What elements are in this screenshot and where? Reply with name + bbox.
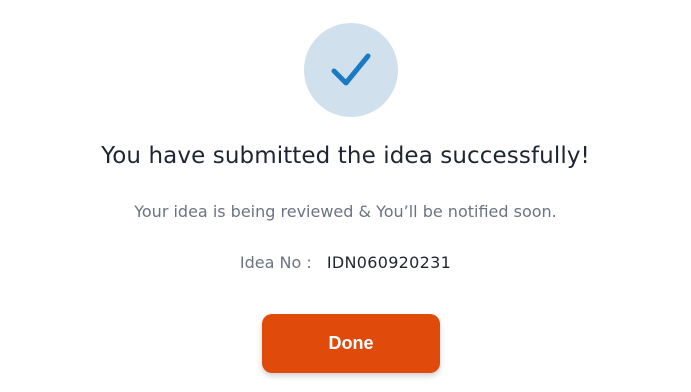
success-title: You have submitted the idea successfully… — [101, 143, 590, 169]
success-dialog: You have submitted the idea successfully… — [0, 0, 691, 392]
idea-number-row: Idea No : IDN060920231 — [0, 253, 691, 272]
checkmark-icon — [331, 53, 371, 86]
done-button[interactable]: Done — [262, 314, 440, 373]
success-message: Your idea is being reviewed & You’ll be … — [134, 202, 557, 221]
success-badge — [304, 23, 398, 117]
idea-number-label: Idea No : — [239, 253, 312, 272]
idea-number-value: IDN060920231 — [326, 253, 452, 272]
